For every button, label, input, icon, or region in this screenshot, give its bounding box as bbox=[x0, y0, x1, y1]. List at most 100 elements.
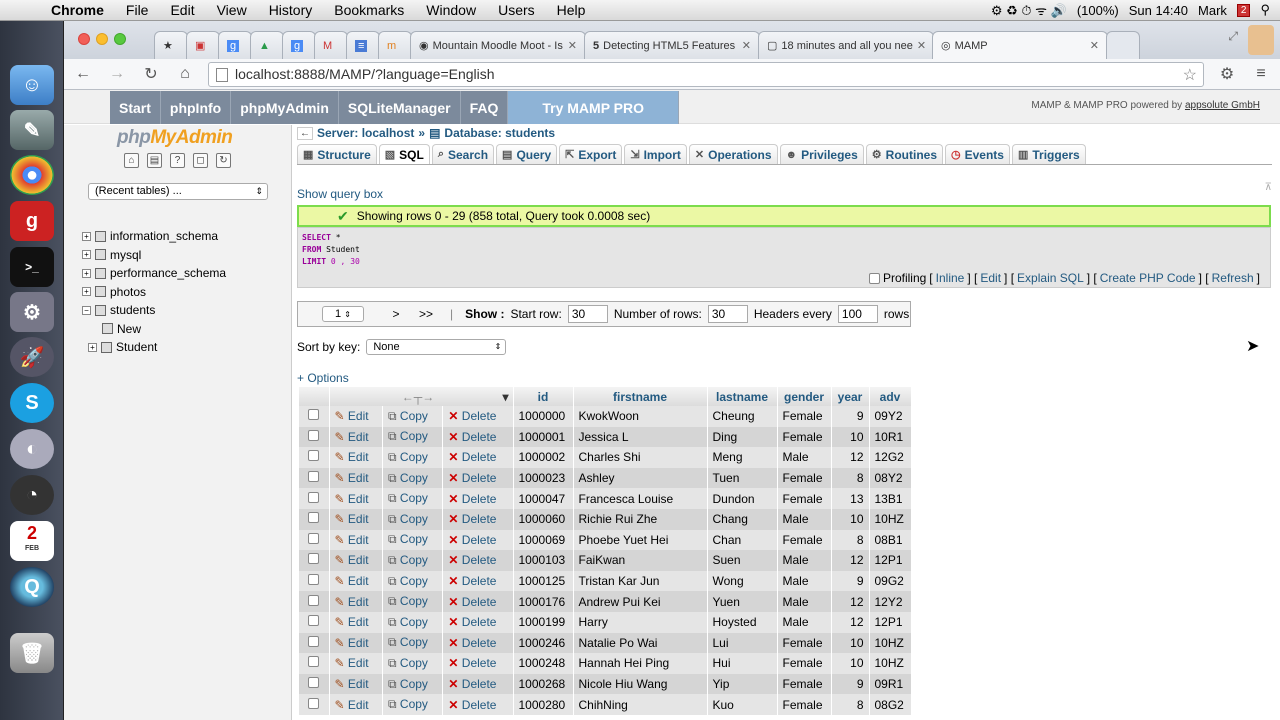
copy-action[interactable]: ⧉ Copy bbox=[382, 550, 444, 571]
home-icon[interactable]: ⌂ bbox=[174, 65, 196, 83]
menu-view[interactable]: View bbox=[206, 2, 258, 18]
sort-key-select[interactable]: None ⇕ bbox=[366, 339, 507, 355]
menu-history[interactable]: History bbox=[258, 2, 324, 18]
close-tab-icon[interactable]: ✕ bbox=[568, 39, 577, 52]
profiling-checkbox[interactable] bbox=[868, 272, 880, 284]
db-item[interactable]: − students bbox=[82, 301, 226, 320]
tab-operations[interactable]: ✕ Operations bbox=[688, 144, 778, 164]
finder-icon[interactable]: ☺ bbox=[10, 65, 54, 105]
column-header-lastname[interactable]: lastname bbox=[707, 387, 778, 406]
row-checkbox[interactable] bbox=[308, 635, 320, 647]
tab-triggers[interactable]: ▥ Triggers bbox=[1011, 144, 1086, 164]
reload-nav-icon[interactable]: ↻ bbox=[216, 153, 231, 168]
back-arrow-icon[interactable]: ← bbox=[72, 65, 94, 83]
row-checkbox[interactable] bbox=[308, 450, 320, 462]
delete-action[interactable]: ✕ Delete bbox=[442, 426, 514, 448]
tab-moodle-moot[interactable]: ◉ Mountain Moodle Moot - Is ✕ bbox=[410, 31, 586, 59]
dashboard-icon[interactable]: ◔ bbox=[10, 475, 54, 515]
row-checkbox[interactable] bbox=[308, 512, 320, 524]
extension-gear-icon[interactable]: ⚙ bbox=[1216, 64, 1238, 84]
row-checkbox[interactable] bbox=[308, 594, 320, 606]
launchpad-icon[interactable]: 🚀 bbox=[10, 337, 54, 377]
chrome-icon[interactable]: ● bbox=[10, 155, 54, 195]
mamp-nav-start[interactable]: Start bbox=[110, 91, 161, 124]
column-header-id[interactable]: id bbox=[513, 387, 574, 406]
row-checkbox[interactable] bbox=[308, 615, 320, 627]
copy-action[interactable]: ⧉ Copy bbox=[382, 632, 444, 654]
copy-action[interactable]: ⧉ Copy bbox=[382, 694, 444, 715]
sort-dropdown-icon[interactable]: ▾ bbox=[502, 390, 508, 404]
edit-action[interactable]: ✎ Edit bbox=[329, 406, 383, 427]
pinned-tab-5[interactable]: M bbox=[314, 31, 348, 59]
expand-icon[interactable]: + bbox=[82, 250, 91, 260]
user-name[interactable]: Mark bbox=[1198, 3, 1227, 18]
quicktime-icon[interactable]: Q bbox=[10, 567, 54, 607]
clock[interactable]: Sun 14:40 bbox=[1129, 3, 1188, 18]
db-name[interactable]: performance_schema bbox=[110, 266, 226, 280]
pinned-tab-7[interactable]: m bbox=[378, 31, 412, 59]
close-tab-icon[interactable]: ✕ bbox=[917, 39, 926, 52]
tab-search[interactable]: ⌕ Search bbox=[431, 144, 495, 164]
edit-action[interactable]: ✎ Edit bbox=[329, 632, 383, 654]
address-bar[interactable]: localhost:8888/MAMP/?language=English ☆ bbox=[208, 61, 1204, 87]
edit-action[interactable]: ✎ Edit bbox=[329, 529, 383, 551]
explain-sql-link[interactable]: Explain SQL bbox=[1017, 272, 1084, 284]
column-header-adv[interactable]: adv bbox=[869, 387, 912, 406]
column-header-firstname[interactable]: firstname bbox=[573, 387, 708, 406]
delete-action[interactable]: ✕ Delete bbox=[442, 611, 514, 633]
tab-routines[interactable]: ⚙ Routines bbox=[865, 144, 943, 164]
column-resize-icon[interactable]: ←┬→ bbox=[402, 390, 435, 404]
copy-action[interactable]: ⧉ Copy bbox=[382, 508, 444, 530]
pinned-tab-2[interactable]: g bbox=[218, 31, 252, 59]
minimize-window-icon[interactable] bbox=[96, 33, 108, 45]
app-icon[interactable]: ◐ bbox=[10, 429, 54, 469]
page-select[interactable]: 1 ⇕ bbox=[322, 306, 364, 322]
company-link[interactable]: appsolute GmbH bbox=[1185, 100, 1260, 111]
pinned-tab-star[interactable]: ★ bbox=[154, 31, 188, 59]
tab-import[interactable]: ⇲ Import bbox=[624, 144, 687, 164]
options-toggle[interactable]: + Options bbox=[297, 371, 349, 385]
row-checkbox[interactable] bbox=[308, 574, 320, 586]
edit-action[interactable]: ✎ Edit bbox=[329, 591, 383, 612]
last-page-button[interactable]: >> bbox=[414, 307, 438, 321]
sql-query-icon[interactable]: ▤ bbox=[147, 153, 162, 168]
edit-action[interactable]: ✎ Edit bbox=[329, 550, 383, 571]
menu-file[interactable]: File bbox=[115, 2, 160, 18]
row-checkbox[interactable] bbox=[308, 532, 320, 544]
create-php-code-link[interactable]: Create PHP Code bbox=[1100, 272, 1196, 284]
edit-action[interactable]: ✎ Edit bbox=[329, 426, 383, 448]
copy-action[interactable]: ⧉ Copy bbox=[382, 611, 444, 633]
start-row-input[interactable]: 30 bbox=[567, 305, 608, 323]
delete-action[interactable]: ✕ Delete bbox=[442, 570, 514, 592]
recent-tables-select[interactable]: (Recent tables) ... ⇕ bbox=[88, 183, 268, 200]
delete-action[interactable]: ✕ Delete bbox=[442, 632, 514, 654]
menu-users[interactable]: Users bbox=[487, 2, 546, 18]
tab-sql[interactable]: ▧ SQL bbox=[378, 144, 430, 164]
zoom-window-icon[interactable] bbox=[114, 33, 126, 45]
status-tray-icons[interactable]: ⚙ ♻ ⏱ ᯤ 🔊 bbox=[991, 1, 1067, 19]
forward-arrow-icon[interactable]: → bbox=[106, 65, 128, 83]
mamp-nav-phpinfo[interactable]: phpInfo bbox=[160, 91, 232, 124]
row-checkbox[interactable] bbox=[308, 553, 320, 565]
db-name[interactable]: mysql bbox=[110, 248, 141, 262]
edit-sql-link[interactable]: Edit bbox=[980, 272, 1001, 284]
spotlight-icon[interactable]: ⚲ bbox=[1260, 2, 1270, 18]
menu-window[interactable]: Window bbox=[415, 2, 487, 18]
profile-avatar[interactable] bbox=[1248, 25, 1274, 55]
pinned-tab-1[interactable]: ▣ bbox=[186, 31, 220, 59]
delete-action[interactable]: ✕ Delete bbox=[442, 447, 514, 468]
breadcrumb-server[interactable]: Server: localhost bbox=[317, 126, 414, 140]
copy-action[interactable]: ⧉ Copy bbox=[382, 406, 444, 427]
edit-action[interactable]: ✎ Edit bbox=[329, 570, 383, 592]
pinned-tab-3[interactable]: ▲ bbox=[250, 31, 284, 59]
expand-icon[interactable]: + bbox=[82, 268, 91, 278]
tab-events[interactable]: ◷ Events bbox=[945, 144, 1010, 164]
pinned-tab-4[interactable]: g bbox=[282, 31, 316, 59]
row-checkbox[interactable] bbox=[308, 677, 320, 689]
copy-action[interactable]: ⧉ Copy bbox=[382, 591, 444, 612]
tab-query[interactable]: ▤ Query bbox=[496, 144, 558, 164]
bookmark-star-icon[interactable]: ☆ bbox=[1183, 65, 1197, 85]
column-header-gender[interactable]: gender bbox=[777, 387, 832, 406]
row-checkbox[interactable] bbox=[308, 491, 320, 503]
table-name[interactable]: Student bbox=[116, 340, 157, 354]
